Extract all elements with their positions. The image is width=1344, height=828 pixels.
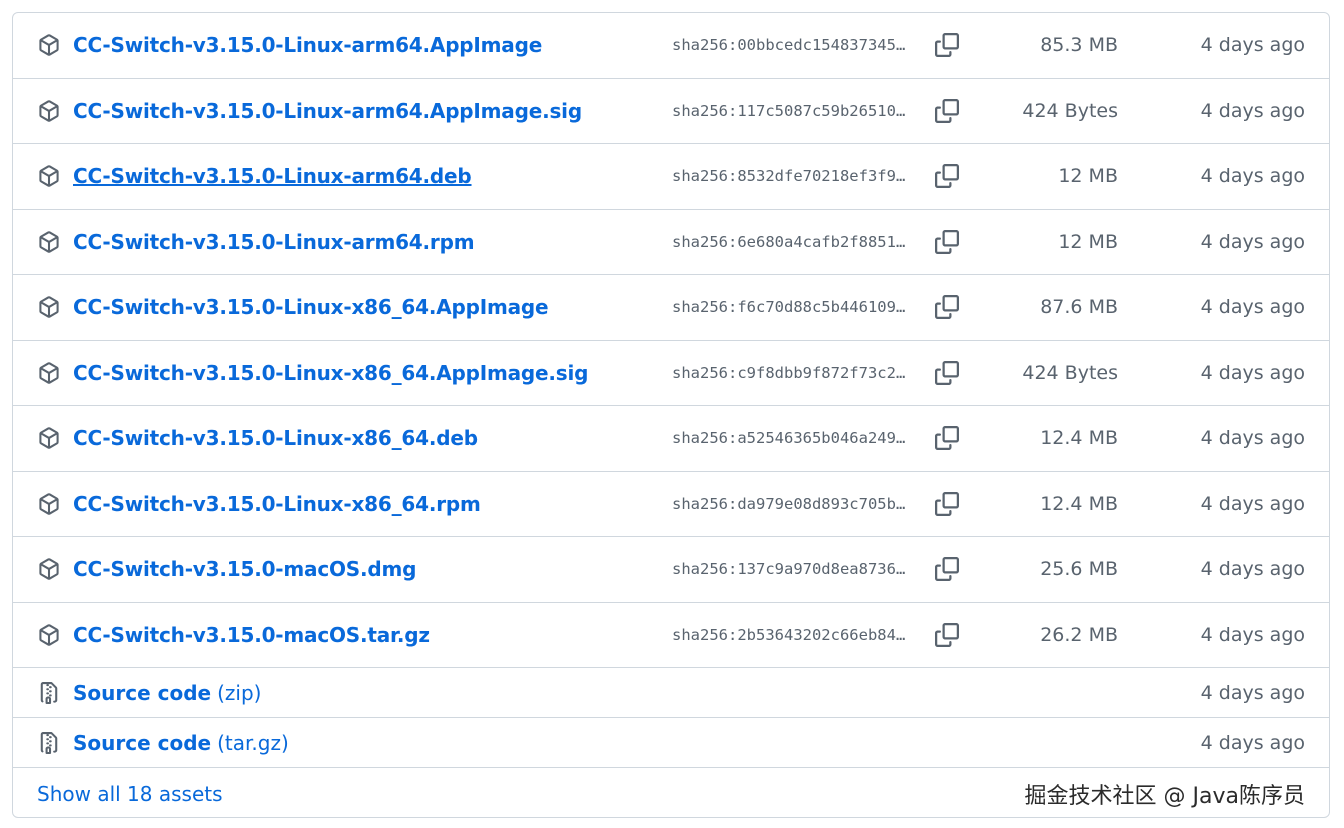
source-code-ext: (tar.gz)	[217, 730, 289, 755]
asset-sha256: sha256:c9f8dbb9f872f73c2…	[672, 363, 906, 382]
asset-row: CC-Switch-v3.15.0-macOS.dmg sha256:137c9…	[13, 537, 1329, 603]
copy-icon[interactable]	[931, 160, 963, 192]
asset-row: CC-Switch-v3.15.0-macOS.tar.gz sha256:2b…	[13, 603, 1329, 668]
asset-date: 4 days ago	[1200, 34, 1305, 57]
asset-download-link[interactable]: CC-Switch-v3.15.0-macOS.dmg	[73, 557, 416, 581]
asset-date: 4 days ago	[1200, 361, 1305, 384]
asset-sha256: sha256:2b53643202c66eb84…	[672, 625, 906, 644]
package-icon	[37, 426, 61, 450]
source-code-date: 4 days ago	[1200, 681, 1305, 704]
asset-sha256: sha256:137c9a970d8ea8736…	[672, 560, 906, 579]
release-assets-list: CC-Switch-v3.15.0-Linux-arm64.AppImage s…	[12, 12, 1330, 818]
asset-date: 4 days ago	[1200, 230, 1305, 253]
copy-icon[interactable]	[931, 619, 963, 651]
package-icon	[37, 164, 61, 188]
show-all-row: Show all 18 assets 掘金技术社区 @ Java陈序员	[13, 768, 1329, 817]
asset-download-link[interactable]: CC-Switch-v3.15.0-macOS.tar.gz	[73, 623, 430, 647]
asset-sha256: sha256:8532dfe70218ef3f9…	[672, 167, 906, 186]
asset-sha256: sha256:da979e08d893c705b…	[672, 494, 906, 513]
asset-size: 12 MB	[1058, 165, 1118, 188]
asset-row: CC-Switch-v3.15.0-Linux-x86_64.AppImage.…	[13, 341, 1329, 406]
copy-icon[interactable]	[931, 422, 963, 454]
source-code-date: 4 days ago	[1200, 731, 1305, 754]
package-icon	[37, 295, 61, 319]
asset-size: 12.4 MB	[1040, 492, 1118, 515]
source-code-link[interactable]: Source code (tar.gz)	[73, 731, 289, 755]
asset-download-link[interactable]: CC-Switch-v3.15.0-Linux-arm64.AppImage.s…	[73, 99, 582, 123]
package-icon	[37, 33, 61, 57]
copy-icon[interactable]	[931, 226, 963, 258]
copy-icon[interactable]	[931, 291, 963, 323]
asset-sha256: sha256:00bbcedc154837345…	[672, 36, 906, 55]
asset-download-link[interactable]: CC-Switch-v3.15.0-Linux-x86_64.AppImage.…	[73, 361, 588, 385]
asset-size: 85.3 MB	[1040, 34, 1118, 57]
asset-download-link[interactable]: CC-Switch-v3.15.0-Linux-arm64.deb	[73, 164, 472, 188]
asset-size: 12.4 MB	[1040, 427, 1118, 450]
asset-sha256: sha256:117c5087c59b26510…	[672, 101, 906, 120]
asset-row: CC-Switch-v3.15.0-Linux-x86_64.AppImage …	[13, 275, 1329, 341]
asset-size: 424 Bytes	[1022, 99, 1118, 122]
asset-size: 25.6 MB	[1040, 558, 1118, 581]
file-zip-icon	[37, 731, 61, 755]
show-all-assets-link[interactable]: Show all 18 assets	[37, 782, 223, 806]
package-icon	[37, 557, 61, 581]
asset-size: 87.6 MB	[1040, 296, 1118, 319]
asset-download-link[interactable]: CC-Switch-v3.15.0-Linux-x86_64.AppImage	[73, 295, 549, 319]
asset-size: 26.2 MB	[1040, 623, 1118, 646]
asset-sha256: sha256:6e680a4cafb2f8851…	[672, 232, 906, 251]
source-code-link[interactable]: Source code (zip)	[73, 681, 261, 705]
asset-row: CC-Switch-v3.15.0-Linux-x86_64.deb sha25…	[13, 406, 1329, 472]
copy-icon[interactable]	[931, 553, 963, 585]
asset-row: CC-Switch-v3.15.0-Linux-x86_64.rpm sha25…	[13, 472, 1329, 537]
package-icon	[37, 623, 61, 647]
asset-date: 4 days ago	[1200, 623, 1305, 646]
asset-sha256: sha256:f6c70d88c5b446109…	[672, 298, 906, 317]
asset-sha256: sha256:a52546365b046a249…	[672, 429, 906, 448]
asset-date: 4 days ago	[1200, 296, 1305, 319]
copy-icon[interactable]	[931, 357, 963, 389]
asset-size: 12 MB	[1058, 230, 1118, 253]
asset-date: 4 days ago	[1200, 558, 1305, 581]
asset-row: CC-Switch-v3.15.0-Linux-arm64.deb sha256…	[13, 144, 1329, 210]
copy-icon[interactable]	[931, 488, 963, 520]
asset-row: CC-Switch-v3.15.0-Linux-arm64.AppImage.s…	[13, 79, 1329, 144]
source-code-row: Source code (zip) 4 days ago	[13, 668, 1329, 718]
watermark: 掘金技术社区 @ Java陈序员	[1024, 784, 1305, 809]
source-code-label: Source code	[73, 730, 212, 755]
asset-date: 4 days ago	[1200, 99, 1305, 122]
asset-row: CC-Switch-v3.15.0-Linux-arm64.rpm sha256…	[13, 210, 1329, 275]
source-code-row: Source code (tar.gz) 4 days ago	[13, 718, 1329, 768]
asset-size: 424 Bytes	[1022, 361, 1118, 384]
source-code-label: Source code	[73, 680, 212, 705]
package-icon	[37, 492, 61, 516]
asset-download-link[interactable]: CC-Switch-v3.15.0-Linux-arm64.rpm	[73, 230, 475, 254]
package-icon	[37, 99, 61, 123]
asset-download-link[interactable]: CC-Switch-v3.15.0-Linux-x86_64.rpm	[73, 492, 481, 516]
asset-date: 4 days ago	[1200, 165, 1305, 188]
source-code-ext: (zip)	[217, 680, 262, 705]
copy-icon[interactable]	[931, 95, 963, 127]
asset-date: 4 days ago	[1200, 427, 1305, 450]
asset-row: CC-Switch-v3.15.0-Linux-arm64.AppImage s…	[13, 13, 1329, 79]
package-icon	[37, 230, 61, 254]
asset-download-link[interactable]: CC-Switch-v3.15.0-Linux-x86_64.deb	[73, 426, 478, 450]
asset-download-link[interactable]: CC-Switch-v3.15.0-Linux-arm64.AppImage	[73, 33, 542, 57]
asset-date: 4 days ago	[1200, 492, 1305, 515]
copy-icon[interactable]	[931, 29, 963, 61]
file-zip-icon	[37, 681, 61, 705]
package-icon	[37, 361, 61, 385]
